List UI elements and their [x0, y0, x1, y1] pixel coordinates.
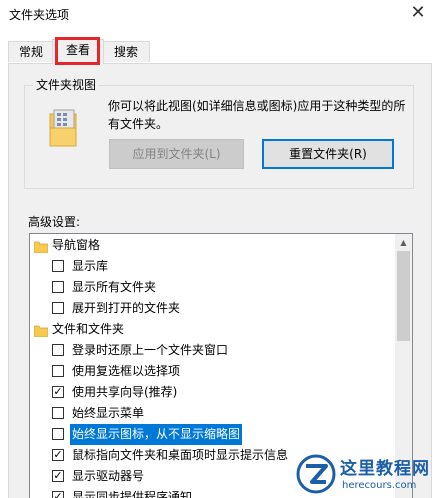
checkbox[interactable] [52, 428, 64, 440]
reset-folders-button[interactable]: 重置文件夹(R) [262, 139, 394, 169]
site-watermark: 这里教程网 herecours.com [292, 452, 437, 498]
list-item-label: 鼠标指向文件夹和桌面项时显示提示信息 [72, 448, 289, 462]
watermark-site-name: 这里教程网 [340, 459, 430, 479]
watermark-logo-icon [296, 454, 336, 497]
apply-to-folders-button[interactable]: 应用到文件夹(L) [109, 139, 244, 169]
close-icon[interactable]: ✕ [407, 2, 429, 24]
tab-search[interactable]: 搜索 [102, 41, 150, 62]
list-item-label: 始终显示图标，从不显示缩略图 [70, 424, 243, 445]
list-item-label: 显示驱动器号 [72, 469, 145, 483]
folder-icon [33, 239, 49, 260]
list-item-label: 使用共享向导(推荐) [72, 385, 178, 399]
folder-views-label: 文件夹视图 [33, 76, 100, 93]
checkbox[interactable] [52, 260, 64, 272]
checkbox[interactable] [52, 407, 64, 419]
list-item-label: 显示同步提供程序通知 [72, 490, 193, 498]
title-bar: 文件夹选项 ✕ [0, 0, 437, 32]
list-item-label: 始终显示菜单 [72, 406, 145, 420]
watermark-domain: herecours.com [342, 480, 417, 491]
checkbox[interactable] [52, 365, 64, 377]
checkbox[interactable] [52, 281, 64, 293]
folder-views-description: 你可以将此视图(如详细信息或图标)应用于这种类型的所有文件夹。 [108, 99, 406, 131]
tab-highlight-box [55, 37, 100, 65]
folder-icon [33, 323, 49, 344]
scroll-thumb[interactable] [397, 251, 410, 341]
list-item-label: 登录时还原上一个文件夹窗口 [72, 343, 229, 357]
window-title: 文件夹选项 [9, 8, 70, 22]
list-item-label: 展开到打开的文件夹 [72, 301, 181, 315]
list-item-label: 使用复选框以选择项 [72, 364, 181, 378]
checkbox-checked[interactable]: ✓ [52, 386, 64, 398]
list-item-label: 文件和文件夹 [52, 322, 125, 336]
list-item-label: 显示库 [72, 259, 109, 273]
scroll-up-icon[interactable]: ▲ [395, 234, 412, 251]
list-item-label: 显示所有文件夹 [72, 280, 157, 294]
list-item-label: 导航窗格 [52, 238, 101, 252]
tab-general[interactable]: 常规 [8, 41, 54, 62]
checkbox-checked[interactable]: ✓ [52, 449, 64, 461]
checkbox[interactable] [52, 302, 64, 314]
advanced-settings-label: 高级设置: [28, 215, 81, 229]
checkbox[interactable] [52, 344, 64, 356]
checkbox-checked[interactable]: ✓ [52, 470, 64, 482]
folder-view-icon [48, 108, 78, 151]
checkbox-checked[interactable]: ✓ [52, 491, 64, 498]
